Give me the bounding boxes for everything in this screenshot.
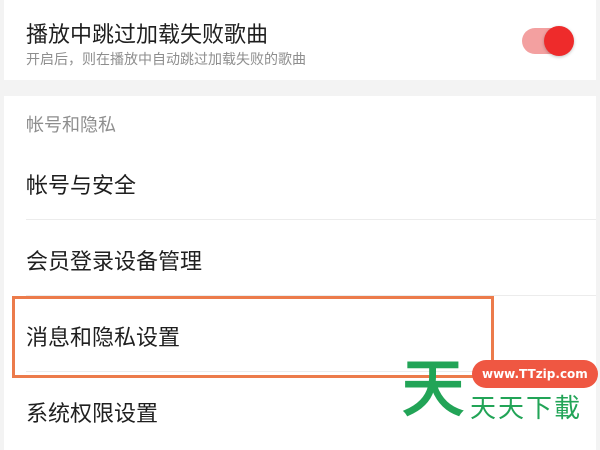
watermark-logo-mark: 天: [402, 352, 465, 425]
system-permission-settings-label: 系统权限设置: [26, 402, 159, 427]
toggle-knob: [544, 26, 574, 56]
skip-failed-toggle[interactable]: [522, 26, 574, 56]
account-security-label: 帐号与安全: [26, 174, 137, 199]
section-header: 帐号和隐私: [26, 115, 116, 136]
skip-failed-description: 开启后，则在播放中自动跳过加载失败的歌曲: [26, 52, 306, 68]
message-privacy-settings-label: 消息和隐私设置: [26, 326, 181, 351]
watermark-site-name: 天天下載: [470, 394, 583, 424]
watermark-logo: 天 www.TTzip.com 天天下載: [400, 352, 598, 428]
member-device-management-label: 会员登录设备管理: [26, 250, 203, 275]
skip-failed-setting-row[interactable]: 播放中跳过加载失败歌曲 开启后，则在播放中自动跳过加载失败的歌曲: [4, 0, 596, 80]
member-device-management-item[interactable]: 会员登录设备管理: [4, 220, 596, 296]
skip-failed-title: 播放中跳过加载失败歌曲: [26, 23, 269, 48]
account-security-item[interactable]: 帐号与安全: [4, 144, 596, 220]
settings-screen: 播放中跳过加载失败歌曲 开启后，则在播放中自动跳过加载失败的歌曲 帐号和隐私 帐…: [0, 0, 600, 450]
watermark-url-badge: www.TTzip.com: [472, 360, 598, 388]
